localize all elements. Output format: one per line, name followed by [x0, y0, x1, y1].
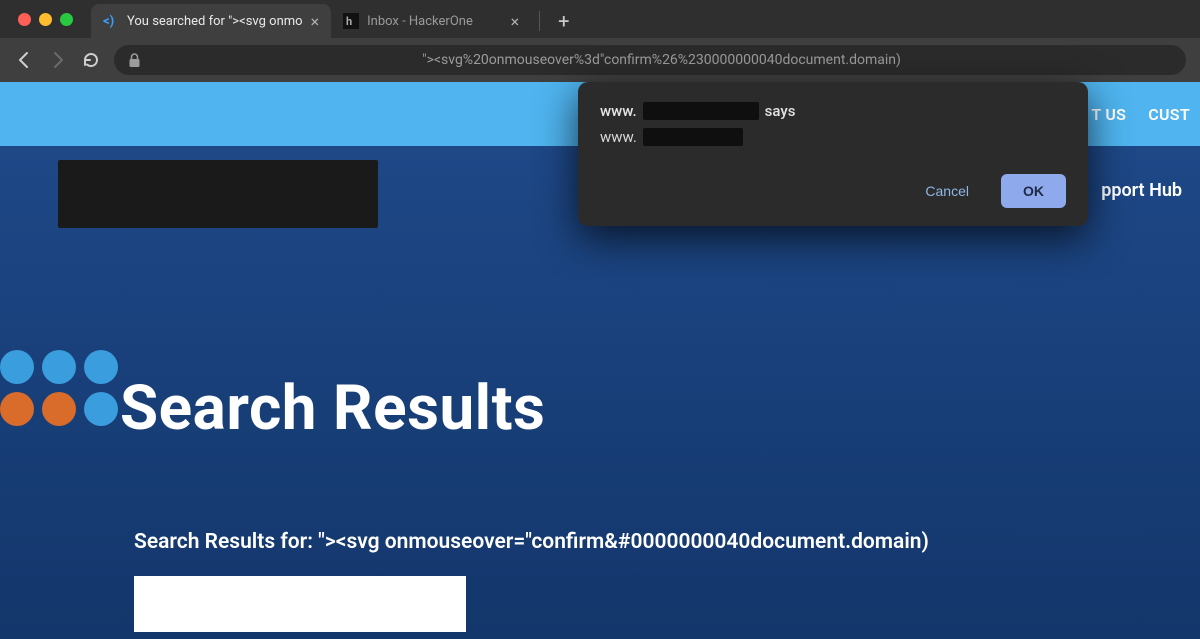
reload-button[interactable] — [82, 51, 100, 69]
lock-icon — [128, 53, 141, 68]
svg-text:<): <) — [103, 14, 114, 29]
url-text: "><svg%20onmouseover%3d"confirm%26%23000… — [151, 52, 1172, 68]
nav-controls — [14, 50, 100, 70]
page-title: Search Results — [120, 372, 545, 445]
dialog-actions: Cancel OK — [600, 174, 1066, 208]
tab-close-icon[interactable]: × — [511, 12, 520, 31]
dialog-origin-prefix: www. — [600, 102, 637, 120]
dot-icon — [0, 392, 34, 426]
cancel-button[interactable]: Cancel — [903, 174, 991, 208]
svg-text:h: h — [346, 15, 352, 28]
dot-icon — [84, 350, 118, 384]
redacted-domain — [643, 128, 743, 146]
dot-icon — [84, 392, 118, 426]
dot-icon — [42, 392, 76, 426]
dialog-says: says — [765, 102, 796, 120]
ok-button[interactable]: OK — [1001, 174, 1066, 208]
maximize-window-icon[interactable] — [60, 13, 73, 26]
topnav-customer[interactable]: CUST — [1148, 105, 1190, 124]
close-window-icon[interactable] — [18, 13, 31, 26]
tab-separator — [539, 11, 540, 31]
dot-icon — [42, 350, 76, 384]
titlebar: <) You searched for "><svg onmo × h Inbo… — [0, 0, 1200, 38]
dialog-origin-line: www. says — [600, 102, 1066, 120]
redacted-domain — [643, 102, 759, 120]
browser-toolbar: "><svg%20onmouseover%3d"confirm%26%23000… — [0, 38, 1200, 82]
search-query-label: Search Results for: "><svg onmouseover="… — [134, 530, 929, 554]
dialog-body-prefix: www. — [600, 128, 637, 146]
menu-support-hub[interactable]: pport Hub — [1101, 180, 1182, 201]
tab-close-icon[interactable]: × — [311, 12, 320, 31]
redacted-logo — [58, 160, 378, 228]
forward-button[interactable] — [48, 50, 68, 70]
search-input[interactable] — [134, 576, 466, 632]
tab-active[interactable]: <) You searched for "><svg onmo × — [91, 4, 331, 38]
address-bar[interactable]: "><svg%20onmouseover%3d"confirm%26%23000… — [114, 45, 1186, 75]
window-controls — [0, 0, 91, 38]
topnav-contact[interactable]: T US — [1091, 105, 1126, 124]
back-button[interactable] — [14, 50, 34, 70]
brand-dots-icon — [0, 350, 118, 426]
tab-inactive[interactable]: h Inbox - HackerOne × — [331, 4, 531, 38]
tab-title: You searched for "><svg onmo — [127, 14, 303, 29]
tab-title: Inbox - HackerOne — [367, 14, 502, 29]
code-favicon-icon: <) — [103, 13, 119, 29]
hackerone-favicon-icon: h — [343, 13, 359, 29]
minimize-window-icon[interactable] — [39, 13, 52, 26]
dot-icon — [0, 350, 34, 384]
browser-tabs: <) You searched for "><svg onmo × h Inbo… — [91, 4, 1200, 38]
dialog-body-line: www. — [600, 128, 1066, 146]
js-confirm-dialog: www. says www. Cancel OK — [578, 82, 1088, 226]
new-tab-button[interactable]: + — [548, 4, 579, 38]
